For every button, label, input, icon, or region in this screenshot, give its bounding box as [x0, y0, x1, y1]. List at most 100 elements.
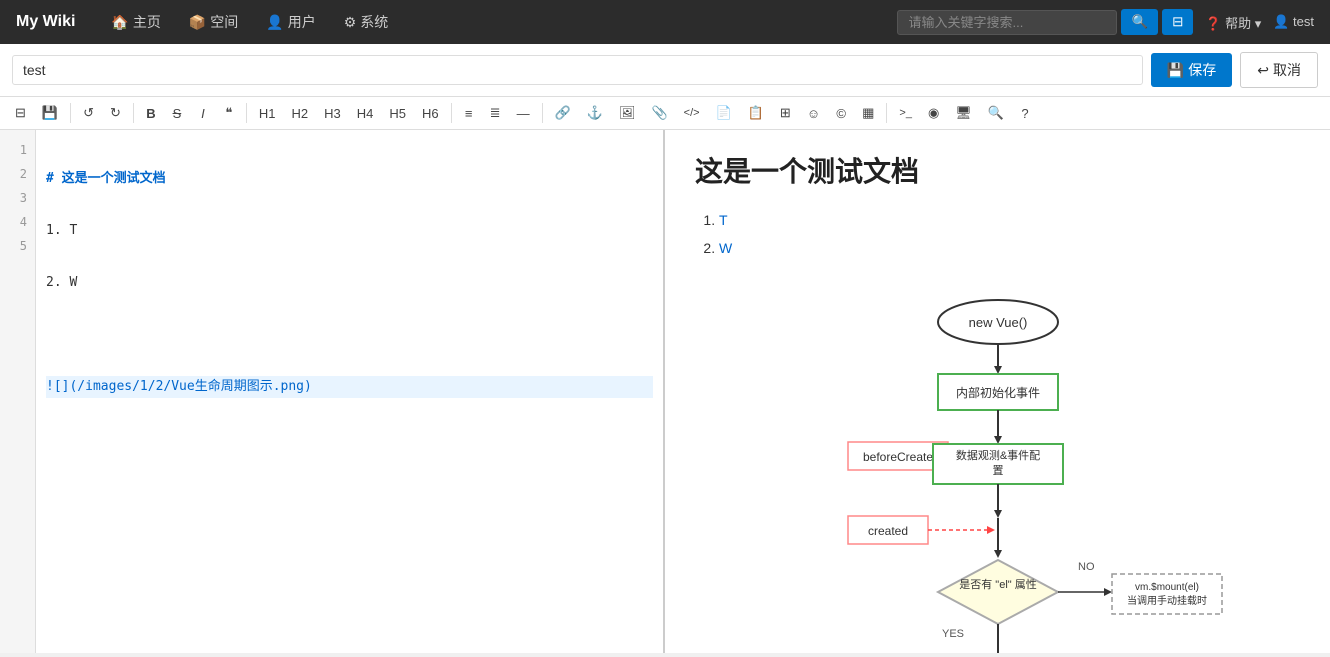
- svg-text:beforeCreate: beforeCreate: [862, 450, 932, 464]
- code-list-2: 2. W: [46, 275, 77, 290]
- code-image-text: ![](/images/1/2/Vue生命周期图示.png): [46, 379, 312, 394]
- toolbar-help[interactable]: ?: [1013, 102, 1037, 125]
- cancel-button[interactable]: ↩ 取消: [1240, 52, 1318, 88]
- toolbar-h2[interactable]: H2: [285, 102, 316, 125]
- cancel-icon: ↩: [1257, 62, 1269, 79]
- nav-right: ❓ 帮助 ▾ 👤 test: [1205, 13, 1314, 32]
- editor-toolbar: ⊟ 💾 ↺ ↻ B S I ❝ H1 H2 H3 H4 H5 H6 ≡ ≣ — …: [0, 97, 1330, 130]
- svg-text:created: created: [867, 524, 907, 538]
- code-line-1: # 这是一个测试文档: [46, 168, 653, 190]
- nav-home[interactable]: 🏠 主页: [99, 6, 172, 38]
- svg-text:当调用手动挂载时: 当调用手动挂载时: [1127, 594, 1207, 607]
- line-numbers: 1 2 3 4 5: [0, 130, 36, 653]
- toolbar-ol[interactable]: ≣: [483, 101, 508, 125]
- svg-text:NO: NO: [1078, 561, 1095, 573]
- toolbar-sep-1: [70, 103, 71, 123]
- toolbar-h3[interactable]: H3: [317, 102, 348, 125]
- svg-text:new Vue(): new Vue(): [968, 315, 1027, 330]
- toolbar-ul[interactable]: ≡: [457, 102, 481, 125]
- toolbar-attach[interactable]: 📎: [644, 101, 674, 125]
- toolbar-code-block2[interactable]: 📋: [741, 101, 771, 125]
- nav-search: 🔍 ⊟: [897, 9, 1193, 35]
- list-item-2: W: [719, 234, 1300, 262]
- toolbar-save[interactable]: 💾: [35, 101, 65, 125]
- page-title-input[interactable]: [12, 55, 1143, 85]
- toolbar-code-block[interactable]: 📄: [709, 101, 739, 125]
- toolbar-quote[interactable]: ❝: [217, 101, 241, 125]
- search-input[interactable]: [897, 10, 1117, 35]
- save-icon: 💾: [1167, 62, 1184, 79]
- toolbar-split-view[interactable]: ⊟: [8, 101, 33, 125]
- code-line-4: [46, 324, 653, 346]
- users-icon: 👤: [266, 14, 283, 31]
- user-menu[interactable]: 👤 test: [1273, 14, 1314, 30]
- toolbar-h5[interactable]: H5: [382, 102, 413, 125]
- app-brand: My Wiki: [16, 13, 75, 31]
- svg-text:YES: YES: [941, 628, 963, 640]
- nav-system[interactable]: ⚙ 系统: [332, 6, 401, 38]
- toolbar-inline-code[interactable]: </>: [677, 103, 707, 123]
- nav-items: 🏠 主页 📦 空间 👤 用户 ⚙ 系统: [99, 6, 897, 38]
- toolbar-redo[interactable]: ↻: [103, 101, 128, 125]
- toolbar-anchor[interactable]: ⚓: [580, 101, 610, 125]
- flowchart-svg: new Vue() 内部初始化事件 beforeCreate 数据观测&: [768, 292, 1228, 653]
- preview-panel: 这是一个测试文档 T W new Vue() 内部初始化事件: [665, 130, 1330, 653]
- flowchart: new Vue() 内部初始化事件 beforeCreate 数据观测&: [695, 282, 1300, 653]
- search-button[interactable]: 🔍: [1121, 9, 1158, 35]
- toolbar-sep-3: [246, 103, 247, 123]
- save-button[interactable]: 💾 保存: [1151, 53, 1232, 87]
- code-line-5: ![](/images/1/2/Vue生命周期图示.png): [46, 376, 653, 398]
- toolbar-sep-2: [133, 103, 134, 123]
- line-num-4: 4: [0, 210, 35, 234]
- svg-text:数据观测&事件配: 数据观测&事件配: [955, 448, 1039, 462]
- toolbar-search-editor[interactable]: 🔍: [981, 101, 1011, 125]
- space-icon: 📦: [189, 14, 206, 31]
- home-icon: 🏠: [111, 14, 128, 31]
- toolbar-preview-eye[interactable]: ◉: [921, 101, 946, 125]
- code-content[interactable]: # 这是一个测试文档 1. T 2. W ![](/images/1/2/Vue…: [36, 130, 663, 653]
- view-toggle-button[interactable]: ⊟: [1162, 9, 1193, 35]
- toolbar-hr[interactable]: —: [510, 102, 537, 125]
- system-icon: ⚙: [344, 14, 357, 31]
- code-panel[interactable]: 1 2 3 4 5 # 这是一个测试文档 1. T 2. W ![](/imag…: [0, 130, 665, 653]
- toolbar-table[interactable]: ⊞: [773, 101, 798, 125]
- nav-users[interactable]: 👤 用户: [254, 6, 327, 38]
- toolbar-sep-4: [451, 103, 452, 123]
- toolbar-h1[interactable]: H1: [252, 102, 283, 125]
- editor-area: 1 2 3 4 5 # 这是一个测试文档 1. T 2. W ![](/imag…: [0, 130, 1330, 653]
- toolbar-emoji[interactable]: ☺: [800, 102, 827, 125]
- toolbar-strikethrough[interactable]: S: [165, 102, 189, 125]
- list-link-W[interactable]: W: [719, 240, 732, 256]
- toolbar-sep-6: [886, 103, 887, 123]
- toolbar-symbol[interactable]: ©: [829, 102, 853, 125]
- code-heading-text: # 这是一个测试文档: [46, 171, 166, 186]
- toolbar-h6[interactable]: H6: [415, 102, 446, 125]
- line-num-3: 3: [0, 186, 35, 210]
- toolbar-terminal[interactable]: >_: [892, 103, 919, 123]
- toolbar-undo[interactable]: ↺: [76, 101, 101, 125]
- svg-text:内部初始化事件: 内部初始化事件: [955, 385, 1039, 400]
- nav-space[interactable]: 📦 空间: [177, 6, 250, 38]
- toolbar-image[interactable]: 🖼: [612, 101, 643, 125]
- svg-text:置: 置: [992, 464, 1003, 477]
- help-menu[interactable]: ❓ 帮助 ▾: [1205, 13, 1261, 32]
- svg-text:vm.$mount(el): vm.$mount(el): [1135, 582, 1199, 593]
- line-num-2: 2: [0, 162, 35, 186]
- toolbar-fullscreen[interactable]: 🖥: [948, 101, 979, 125]
- code-line-2: 1. T: [46, 220, 653, 242]
- title-bar: 💾 保存 ↩ 取消: [0, 44, 1330, 97]
- list-link-T[interactable]: T: [719, 212, 728, 228]
- preview-heading: 这是一个测试文档: [695, 150, 1300, 190]
- svg-text:是否有 "el" 属性: 是否有 "el" 属性: [959, 577, 1036, 591]
- toolbar-mindmap[interactable]: ▦: [855, 101, 881, 125]
- line-num-5: 5: [0, 234, 35, 258]
- toolbar-italic[interactable]: I: [191, 102, 215, 125]
- toolbar-sep-5: [542, 103, 543, 123]
- preview-list: T W: [719, 206, 1300, 262]
- code-line-3: 2. W: [46, 272, 653, 294]
- list-item-1: T: [719, 206, 1300, 234]
- top-nav: My Wiki 🏠 主页 📦 空间 👤 用户 ⚙ 系统 🔍 ⊟ ❓ 帮助 ▾ 👤…: [0, 0, 1330, 44]
- toolbar-h4[interactable]: H4: [350, 102, 381, 125]
- toolbar-link[interactable]: 🔗: [548, 101, 578, 125]
- toolbar-bold[interactable]: B: [139, 102, 163, 125]
